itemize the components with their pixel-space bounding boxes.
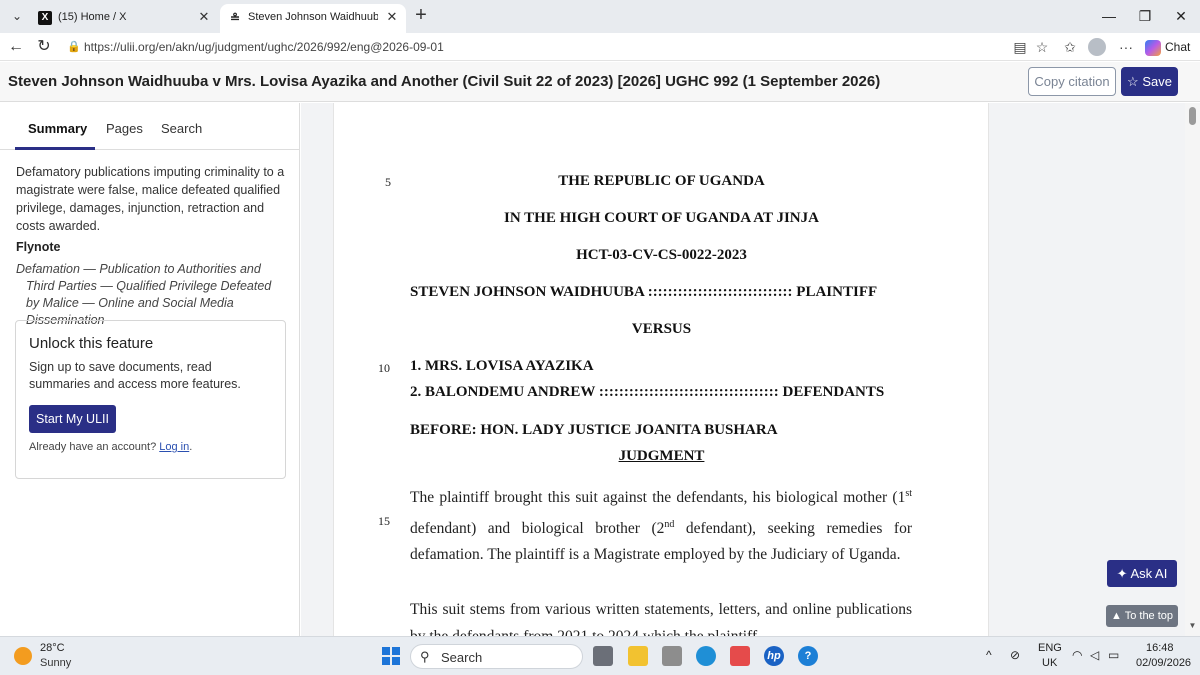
save-button[interactable]: ☆ Save	[1121, 67, 1178, 96]
para1-part-b: defendant) and biological brother (2	[410, 519, 665, 537]
active-tab-indicator	[15, 147, 95, 150]
line-number: 15	[378, 514, 390, 528]
address-bar-row: ← ↻ 🔒 https://ulii.org/en/akn/ug/judgmen…	[0, 33, 1200, 61]
more-menu-icon[interactable]: ···	[1116, 37, 1136, 57]
paragraph-1: The plaintiff brought this suit against …	[410, 481, 912, 569]
unlock-feature-card: Unlock this feature Sign up to save docu…	[15, 320, 286, 479]
close-icon[interactable]: ✕	[196, 9, 212, 25]
login-period: .	[189, 441, 193, 453]
language-code[interactable]: ENG	[1038, 642, 1062, 654]
para1-sup-2: nd	[664, 518, 675, 530]
file-explorer-icon[interactable]	[628, 646, 648, 666]
windows-start-icon[interactable]	[382, 647, 400, 665]
tab-search[interactable]: Search	[161, 121, 202, 136]
scroll-down-icon[interactable]: ▼	[1187, 621, 1198, 633]
tab-ulii-judgment[interactable]: ≗ Steven Johnson Waidhuuba v Mrs. ✕	[220, 4, 406, 33]
edge-browser-icon[interactable]	[696, 646, 716, 666]
defendant-2: 2. BALONDEMU ANDREW ::::::::::::::::::::…	[410, 384, 885, 400]
profile-avatar[interactable]	[1088, 38, 1106, 56]
battery-icon[interactable]: ▭	[1108, 648, 1119, 662]
copy-citation-button[interactable]: Copy citation	[1028, 67, 1116, 96]
already-text: Already have an account?	[29, 441, 157, 453]
new-tab-icon[interactable]: +	[410, 5, 432, 27]
unlock-description: Sign up to save documents, read summarie…	[29, 360, 241, 391]
wifi-icon[interactable]: ◠	[1072, 648, 1082, 662]
scrollbar-thumb[interactable]	[1189, 107, 1196, 125]
chat-label: Chat	[1165, 40, 1191, 54]
hp-icon[interactable]: hp	[764, 646, 784, 666]
sparkle-icon: ✦	[1116, 566, 1128, 581]
tab-pages[interactable]: Pages	[106, 121, 143, 136]
clock-time[interactable]: 16:48	[1146, 642, 1174, 654]
republic-heading: THE REPUBLIC OF UGANDA	[558, 173, 765, 189]
defendant-1: 1. MRS. LOVISA AYAZIKA	[410, 358, 594, 374]
search-placeholder: Search	[441, 650, 483, 665]
keyboard-layout[interactable]: UK	[1042, 657, 1057, 669]
microsoft-store-icon[interactable]	[730, 646, 750, 666]
to-the-top-button[interactable]: ▲ To the top	[1106, 605, 1178, 627]
star-icon: ☆	[1127, 74, 1139, 89]
sidebar: Summary Pages Search Defamatory publicat…	[0, 103, 300, 636]
tab-title: Steven Johnson Waidhuuba v Mrs.	[248, 11, 378, 23]
login-prompt: Already have an account? Log in.	[29, 441, 192, 453]
url-bar[interactable]: 🔒 https://ulii.org/en/akn/ug/judgment/ug…	[58, 35, 1058, 59]
favorites-list-icon[interactable]: ✩	[1060, 37, 1080, 57]
url-text[interactable]: https://ulii.org/en/akn/ug/judgment/ughc…	[84, 40, 444, 54]
flynote-heading: Flynote	[16, 240, 61, 254]
volume-icon[interactable]: ◁	[1090, 648, 1099, 662]
line-number: 10	[378, 361, 390, 375]
tab-title: (15) Home / X	[58, 11, 127, 23]
before-line: BEFORE: HON. LADY JUSTICE JOANITA BUSHAR…	[410, 422, 778, 438]
page-title: Steven Johnson Waidhuuba v Mrs. Lovisa A…	[8, 73, 881, 90]
close-icon[interactable]: ✕	[384, 9, 400, 25]
window-close-icon[interactable]: ✕	[1166, 4, 1196, 28]
unlock-heading: Unlock this feature	[29, 335, 154, 352]
reader-view-icon[interactable]: ▤	[1010, 37, 1030, 57]
weather-temperature[interactable]: 28°C	[40, 642, 65, 654]
ask-ai-button[interactable]: ✦ Ask AI	[1107, 560, 1177, 587]
browser-tab-strip: ⌄ X (15) Home / X ✕ ≗ Steven Johnson Wai…	[0, 0, 1200, 33]
save-label: Save	[1142, 74, 1172, 89]
maximize-icon[interactable]: ❐	[1130, 4, 1160, 28]
clock-date[interactable]: 02/09/2026	[1136, 657, 1191, 669]
search-icon: ⚲	[420, 649, 430, 664]
sun-icon[interactable]	[14, 647, 32, 665]
court-heading: IN THE HIGH COURT OF UGANDA AT JINJA	[504, 210, 819, 226]
plaintiff-line: STEVEN JOHNSON WAIDHUUBA :::::::::::::::…	[410, 284, 878, 300]
para1-part-a: The plaintiff brought this suit against …	[410, 489, 906, 507]
reload-icon[interactable]: ↻	[34, 37, 54, 57]
ask-ai-label: Ask AI	[1130, 566, 1168, 581]
login-link[interactable]: Log in	[159, 441, 189, 453]
flynote-text: Defamation — Publication to Authorities …	[16, 262, 272, 327]
judgment-heading: JUDGMENT	[618, 448, 705, 464]
document-title-bar: Steven Johnson Waidhuuba v Mrs. Lovisa A…	[0, 62, 1200, 102]
tab-actions-icon[interactable]: ⌄	[6, 6, 28, 26]
tray-overflow-icon[interactable]: ^	[986, 648, 992, 662]
document-page: 5 THE REPUBLIC OF UGANDA IN THE HIGH COU…	[333, 103, 989, 645]
favorite-star-icon[interactable]: ☆	[1032, 37, 1052, 57]
x-logo-icon: X	[38, 11, 52, 25]
taskbar: 28°C Sunny ⚲ Search hp ? ^ ⊘ ENG UK ◠ ◁ …	[0, 636, 1200, 675]
minimize-icon[interactable]: —	[1094, 4, 1124, 28]
site-info-icon[interactable]: 🔒	[66, 39, 82, 55]
versus-heading: VERSUS	[631, 321, 692, 337]
help-icon[interactable]: ?	[798, 646, 818, 666]
scrollbar[interactable]: ▼	[1185, 103, 1200, 636]
summary-text: Defamatory publications imputing crimina…	[16, 165, 285, 233]
copilot-chat-button[interactable]: Chat	[1145, 36, 1195, 58]
taskbar-search[interactable]: ⚲ Search	[410, 644, 583, 669]
weather-condition[interactable]: Sunny	[40, 657, 71, 669]
tab-summary[interactable]: Summary	[28, 121, 87, 136]
app-icon[interactable]	[662, 646, 682, 666]
para1-sup-1: st	[905, 488, 912, 499]
task-view-icon[interactable]	[593, 646, 613, 666]
location-icon[interactable]: ⊘	[1010, 648, 1020, 662]
case-number: HCT-03-CV-CS-0022-2023	[576, 247, 747, 263]
copilot-icon	[1145, 39, 1161, 56]
tab-x-home[interactable]: X (15) Home / X ✕	[30, 4, 218, 33]
back-arrow-icon[interactable]: ←	[6, 37, 26, 57]
start-my-ulii-button[interactable]: Start My ULII	[29, 405, 116, 433]
ulii-favicon-icon: ≗	[229, 11, 241, 25]
